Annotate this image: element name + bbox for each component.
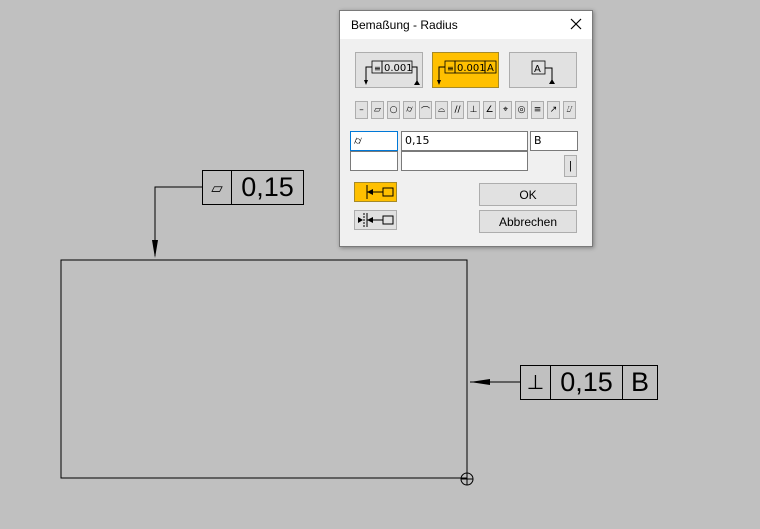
symbol-straightness-button[interactable]: –	[355, 101, 368, 119]
symbol-flatness-button[interactable]: ▱	[371, 101, 384, 119]
frame-with-datum-button[interactable]: ≡ 0.001 A	[432, 52, 499, 88]
symbol-parallelism-button[interactable]: //	[451, 101, 464, 119]
tolerance-value: 0,15	[241, 172, 294, 202]
datum-feature-icon: A	[531, 60, 555, 84]
dialog-title: Bemaßung - Radius	[351, 18, 458, 32]
symbol-total-runout-button[interactable]: ⌰	[563, 101, 576, 119]
leader-arrow-icon	[366, 185, 394, 199]
dimension-dialog: Bemaßung - Radius ≡ 0.001 ≡ 0.001 A A – …	[339, 10, 593, 247]
svg-text:0.001: 0.001	[384, 63, 413, 74]
datum-reference: B	[630, 367, 649, 397]
snap-point-icon	[460, 472, 474, 486]
feature-control-frame-top[interactable]: ▱ 0,15	[202, 170, 304, 205]
datum-field[interactable]: B	[530, 131, 578, 151]
symbol-position-button[interactable]: ⌖	[499, 101, 512, 119]
arrowhead-right	[470, 379, 490, 385]
svg-text:≡: ≡	[447, 64, 454, 73]
leader-line-top	[154, 186, 202, 256]
tolerance-value: 0,15	[551, 366, 623, 399]
symbol-symmetry-button[interactable]: ≡	[531, 101, 544, 119]
symbol-cylindricity-button[interactable]: ⌭	[403, 101, 416, 119]
symbol-field[interactable]: ⌭	[350, 131, 398, 151]
tolerance-field[interactable]: 0,15	[401, 131, 528, 151]
feature-control-frame-right[interactable]: ⊥ 0,15 B	[520, 365, 658, 400]
symbol-circular-runout-button[interactable]: ↗	[547, 101, 560, 119]
symbol-concentricity-button[interactable]: ◎	[515, 101, 528, 119]
frame-with-datum-icon: ≡ 0.001 A	[437, 60, 497, 85]
symbol-perpendicularity-button[interactable]: ⊥	[467, 101, 480, 119]
symbol-surface-profile-button[interactable]: ⌓	[435, 101, 448, 119]
symbol-line-profile-button[interactable]: ⌒	[419, 101, 432, 119]
svg-text:≡: ≡	[374, 64, 381, 73]
cancel-button[interactable]: Abbrechen	[479, 210, 577, 233]
leader-arrow-button[interactable]	[354, 182, 397, 202]
rectangle-part	[60, 259, 468, 479]
symbol-circularity-button[interactable]: ○	[387, 101, 400, 119]
close-icon[interactable]	[568, 16, 584, 32]
svg-text:A: A	[534, 64, 541, 75]
ok-button[interactable]: OK	[479, 183, 577, 206]
leader-dimension-icon	[358, 213, 394, 227]
svg-text:A: A	[487, 63, 494, 74]
arrowhead-top	[152, 240, 158, 258]
second-symbol-field[interactable]	[350, 151, 398, 171]
second-tolerance-field[interactable]	[401, 151, 528, 171]
separator-button[interactable]: |	[564, 155, 577, 177]
svg-text:0.001: 0.001	[457, 63, 486, 74]
perpendicularity-symbol-icon: ⊥	[521, 366, 551, 399]
dialog-titlebar: Bemaßung - Radius	[340, 11, 592, 39]
frame-without-datum-icon: ≡ 0.001	[364, 60, 420, 85]
datum-feature-button[interactable]: A	[509, 52, 577, 88]
frame-style-button[interactable]: ≡ 0.001	[355, 52, 423, 88]
leader-dimension-button[interactable]	[354, 210, 397, 230]
flatness-symbol-icon: ▱	[203, 171, 232, 204]
symbol-angularity-button[interactable]: ∠	[483, 101, 496, 119]
